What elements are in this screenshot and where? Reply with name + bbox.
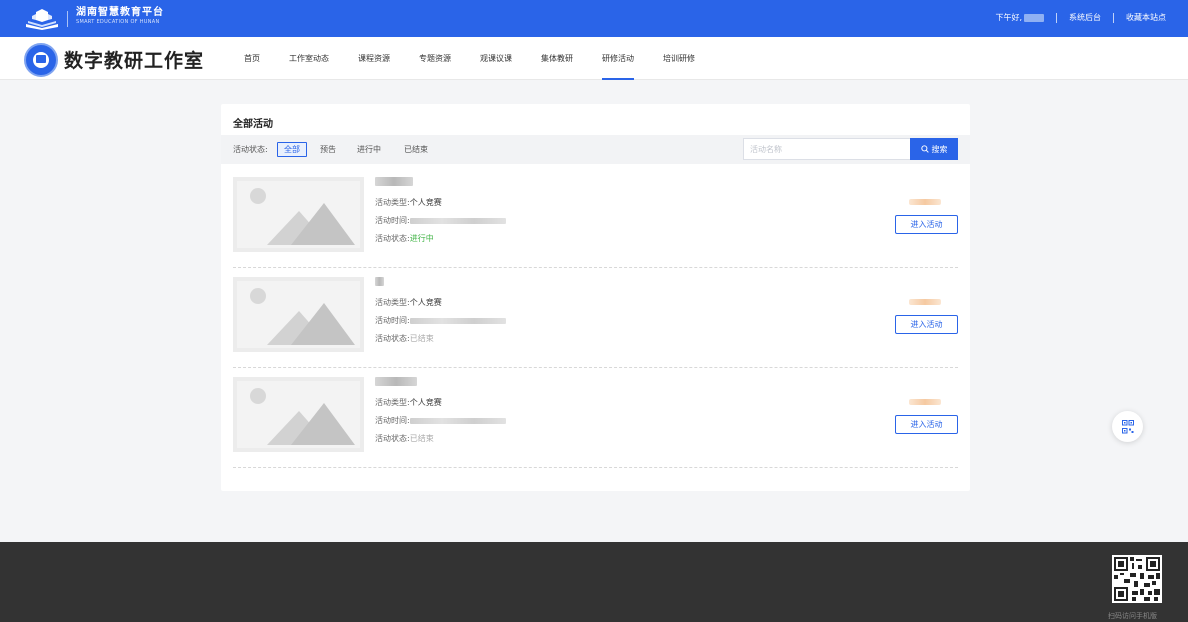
activity-item: 活动类型:个人竞赛 活动时间: 活动状态:已结束 进入活动 xyxy=(233,268,958,368)
user-name-redacted xyxy=(1024,13,1044,22)
activity-status: 活动状态:已结束 xyxy=(375,433,434,444)
activity-title-redacted[interactable] xyxy=(375,277,384,286)
nav-item-topic-resources[interactable]: 专题资源 xyxy=(419,37,451,80)
qr-code-icon xyxy=(1114,557,1160,601)
activity-status-label: 活动状态: xyxy=(375,234,410,243)
activity-time-redacted xyxy=(409,317,506,324)
activity-time-redacted xyxy=(409,217,506,224)
admin-link[interactable]: 系统后台 xyxy=(1069,12,1101,23)
activity-thumbnail[interactable] xyxy=(233,277,364,352)
activity-type: 活动类型:个人竞赛 xyxy=(375,297,442,308)
bookmark-link[interactable]: 收藏本站点 xyxy=(1126,12,1166,23)
main-nav: 首页 工作室动态 课程资源 专题资源 观课议课 集体教研 研修活动 培训研修 xyxy=(236,37,695,80)
activity-type-label: 活动类型: xyxy=(375,298,410,307)
image-placeholder-icon xyxy=(233,177,364,252)
activity-status-value: 进行中 xyxy=(409,234,434,243)
divider xyxy=(67,11,68,27)
activity-time-redacted xyxy=(409,417,506,424)
filter-option-preview[interactable]: 预告 xyxy=(314,142,342,157)
enter-activity-button[interactable]: 进入活动 xyxy=(895,315,958,334)
footer-qr-code xyxy=(1112,555,1162,603)
platform-logo-icon[interactable] xyxy=(24,8,60,30)
enter-activity-button[interactable]: 进入活动 xyxy=(895,415,958,434)
activity-type: 活动类型:个人竞赛 xyxy=(375,397,442,408)
activity-thumbnail[interactable] xyxy=(233,377,364,452)
qr-caption: 扫码访问手机版 xyxy=(1108,612,1157,620)
activity-status-value: 已结束 xyxy=(409,334,434,343)
platform-brand[interactable]: 湖南智慧教育平台 SMART EDUCATION OF HUNAN xyxy=(76,7,164,26)
activity-status-label: 活动状态: xyxy=(375,434,410,443)
activity-time: 活动时间: xyxy=(375,315,506,326)
activity-item: 活动类型:个人竞赛 活动时间: 活动状态:进行中 进入活动 xyxy=(233,168,958,268)
studio-header: 数字教研工作室 首页 工作室动态 课程资源 专题资源 观课议课 集体教研 研修活… xyxy=(0,37,1188,80)
activity-time: 活动时间: xyxy=(375,215,506,226)
activities-card: 全部活动 活动状态: 全部 预告 进行中 已结束 搜索 xyxy=(221,104,970,491)
search-button[interactable]: 搜索 xyxy=(910,138,958,160)
activity-count-redacted xyxy=(909,199,941,205)
activity-status: 活动状态:进行中 xyxy=(375,233,434,244)
activity-title-redacted[interactable] xyxy=(375,177,413,186)
filter-option-ongoing[interactable]: 进行中 xyxy=(351,142,387,157)
filter-option-all[interactable]: 全部 xyxy=(277,142,307,157)
activity-type: 活动类型:个人竞赛 xyxy=(375,197,442,208)
top-bar: 湖南智慧教育平台 SMART EDUCATION OF HUNAN 下午好, 系… xyxy=(0,0,1188,37)
search-input[interactable] xyxy=(743,138,911,160)
divider xyxy=(1056,12,1057,23)
studio-title[interactable]: 数字教研工作室 xyxy=(64,46,204,73)
search-button-label: 搜索 xyxy=(931,144,948,154)
activity-type-value: 个人竞赛 xyxy=(409,398,442,407)
activity-time-label: 活动时间: xyxy=(375,316,410,325)
divider xyxy=(1113,12,1114,23)
image-placeholder-icon xyxy=(233,277,364,352)
enter-activity-button[interactable]: 进入活动 xyxy=(895,215,958,234)
activity-status-label: 活动状态: xyxy=(375,334,410,343)
activity-type-value: 个人竞赛 xyxy=(409,198,442,207)
activity-count-redacted xyxy=(909,399,941,405)
qr-code-float-button[interactable] xyxy=(1112,411,1143,442)
activity-time-label: 活动时间: xyxy=(375,416,410,425)
activity-item: 活动类型:个人竞赛 活动时间: 活动状态:已结束 进入活动 xyxy=(233,368,958,468)
filter-label: 活动状态: xyxy=(233,145,268,154)
nav-item-studio-news[interactable]: 工作室动态 xyxy=(289,37,329,80)
qr-code-icon xyxy=(1121,419,1134,433)
topbar-right: 下午好, 系统后台 收藏本站点 xyxy=(995,12,1166,23)
activity-status: 活动状态:已结束 xyxy=(375,333,434,344)
nav-item-course-resources[interactable]: 课程资源 xyxy=(358,37,390,80)
activity-count-redacted xyxy=(909,299,941,305)
greeting: 下午好, xyxy=(995,13,1022,22)
image-placeholder-icon xyxy=(233,377,364,452)
activity-type-value: 个人竞赛 xyxy=(409,298,442,307)
studio-logo-icon[interactable] xyxy=(24,43,58,77)
activity-time: 活动时间: xyxy=(375,415,506,426)
filter-option-ended[interactable]: 已结束 xyxy=(398,142,434,157)
search-icon xyxy=(920,145,929,153)
footer: 扫码访问手机版 xyxy=(0,542,1188,622)
activity-status-value: 已结束 xyxy=(409,434,434,443)
nav-item-research-activities[interactable]: 研修活动 xyxy=(602,37,634,80)
activity-title-redacted[interactable] xyxy=(375,377,417,386)
activity-type-label: 活动类型: xyxy=(375,398,410,407)
activity-time-label: 活动时间: xyxy=(375,216,410,225)
section-title: 全部活动 xyxy=(233,119,273,130)
activity-type-label: 活动类型: xyxy=(375,198,410,207)
nav-item-home[interactable]: 首页 xyxy=(244,37,260,80)
platform-name: 湖南智慧教育平台 xyxy=(76,7,164,18)
platform-name-en: SMART EDUCATION OF HUNAN xyxy=(76,19,160,25)
activity-thumbnail[interactable] xyxy=(233,177,364,252)
nav-item-lesson-observation[interactable]: 观课议课 xyxy=(480,37,512,80)
filter-bar: 活动状态: 全部 预告 进行中 已结束 搜索 xyxy=(221,135,970,164)
nav-item-group-research[interactable]: 集体教研 xyxy=(541,37,573,80)
nav-item-training[interactable]: 培训研修 xyxy=(663,37,695,80)
